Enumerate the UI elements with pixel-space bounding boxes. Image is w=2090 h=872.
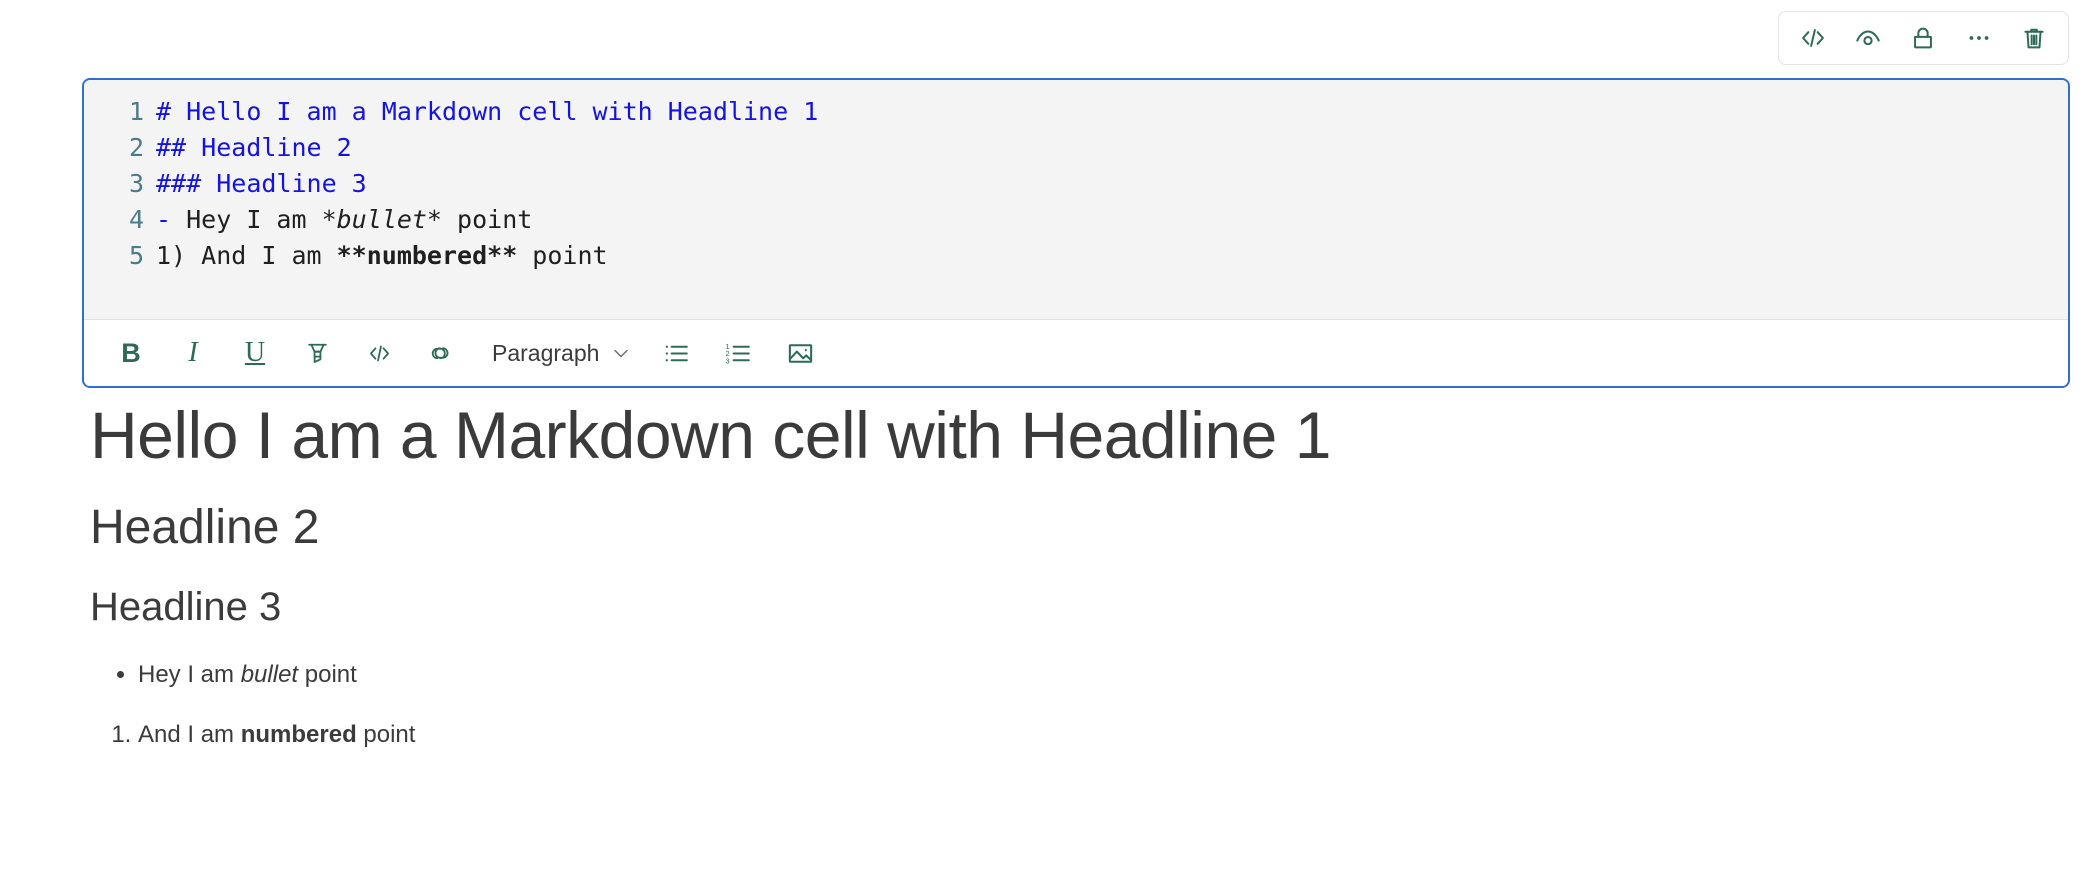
link-icon [428, 340, 455, 367]
numbered-list-button[interactable]: 1 2 3 [709, 330, 767, 376]
svg-text:3: 3 [725, 356, 729, 365]
inline-code-button[interactable] [350, 330, 408, 376]
list-item-emphasis: bullet [240, 660, 299, 688]
code-icon [366, 340, 393, 367]
preview-heading-1: Hello I am a Markdown cell with Headline… [90, 398, 1331, 472]
bulleted-list-icon [662, 339, 691, 368]
code-line-text-suffix: point [517, 241, 608, 270]
markdown-strong-token: **numbered** [336, 241, 518, 270]
lock-icon [1909, 24, 1937, 52]
code-line-content: ## Headline 2 [156, 130, 352, 166]
preview-bulleted-list: Hey I am bullet point [90, 657, 2050, 693]
bold-button[interactable]: B [102, 330, 160, 376]
code-line-text: Headline 3 [216, 169, 367, 198]
chevron-down-icon [609, 341, 633, 365]
highlight-button[interactable] [288, 330, 346, 376]
code-line-text: Hey I am [186, 205, 322, 234]
markdown-emphasis-token: *bullet* [321, 205, 442, 234]
code-line-content: - Hey I am *bullet* point [156, 202, 532, 238]
formatting-toolbar: B I U Paragraph 1 2 3 [84, 320, 2068, 386]
underline-button[interactable]: U [226, 330, 284, 376]
ellipsis-icon-button[interactable] [1959, 18, 1999, 58]
code-line-text: Hello I am a Markdown cell with Headline… [186, 97, 819, 126]
code-line: 4 - Hey I am *bullet* point [84, 202, 2068, 238]
code-line-text: Headline 2 [201, 133, 352, 162]
lock-icon-button[interactable] [1903, 18, 1943, 58]
preview-heading-3: Headline 3 [90, 584, 282, 629]
markdown-bullet-token: - [156, 205, 187, 234]
bulleted-list-button[interactable] [647, 330, 705, 376]
markdown-editor-card: 1 # Hello I am a Markdown cell with Head… [82, 78, 2070, 388]
list-item-strong: numbered [240, 720, 357, 748]
markdown-heading-token: ## [156, 133, 202, 162]
markdown-rendered-preview: Hello I am a Markdown cell with Headline… [90, 396, 2050, 753]
numbered-list-icon: 1 2 3 [724, 339, 753, 368]
link-button[interactable] [412, 330, 470, 376]
markdown-heading-token: ### [156, 169, 217, 198]
eye-icon-button[interactable] [1848, 18, 1888, 58]
list-item-suffix: point [298, 660, 357, 688]
code-line: 5 1) And I am **numbered** point [84, 238, 2068, 274]
ellipsis-icon [1965, 24, 1993, 52]
insert-image-button[interactable] [771, 330, 829, 376]
cell-action-toolbar [1778, 11, 2069, 65]
list-item-prefix: Hey I am [138, 660, 241, 688]
preview-numbered-list: And I am numbered point [90, 717, 2050, 753]
code-icon [1799, 24, 1827, 52]
preview-heading-2: Headline 2 [90, 501, 320, 555]
code-line-text-suffix: point [442, 205, 533, 234]
line-number: 5 [128, 241, 144, 270]
code-line-content: ### Headline 3 [156, 166, 367, 202]
list-item-suffix: point [356, 720, 416, 748]
list-item: And I am numbered point [138, 717, 2050, 753]
markdown-ordinal-token: 1) [156, 241, 202, 270]
code-line-content: # Hello I am a Markdown cell with Headli… [156, 94, 818, 130]
code-line: 2 ## Headline 2 [84, 130, 2068, 166]
code-line: 3 ### Headline 3 [84, 166, 2068, 202]
line-number: 1 [128, 97, 144, 126]
line-number: 3 [128, 169, 144, 198]
eye-icon [1854, 24, 1882, 52]
code-line-content: 1) And I am **numbered** point [156, 238, 608, 274]
line-number: 2 [128, 133, 144, 162]
highlighter-pen-icon [304, 340, 331, 367]
markdown-heading-token: # [156, 97, 187, 126]
code-line: 1 # Hello I am a Markdown cell with Head… [84, 94, 2068, 130]
block-style-select[interactable]: Paragraph [478, 330, 643, 376]
line-number: 4 [128, 205, 144, 234]
list-item-prefix: And I am [138, 720, 241, 748]
trash-icon-button[interactable] [2014, 18, 2054, 58]
code-icon-button[interactable] [1793, 18, 1833, 58]
image-icon [786, 339, 815, 368]
code-line-text: And I am [201, 241, 337, 270]
block-style-label: Paragraph [492, 339, 600, 366]
italic-button[interactable]: I [164, 330, 222, 376]
trash-icon [2020, 24, 2048, 52]
markdown-source-editor[interactable]: 1 # Hello I am a Markdown cell with Head… [84, 80, 2068, 320]
list-item: Hey I am bullet point [138, 657, 2050, 693]
